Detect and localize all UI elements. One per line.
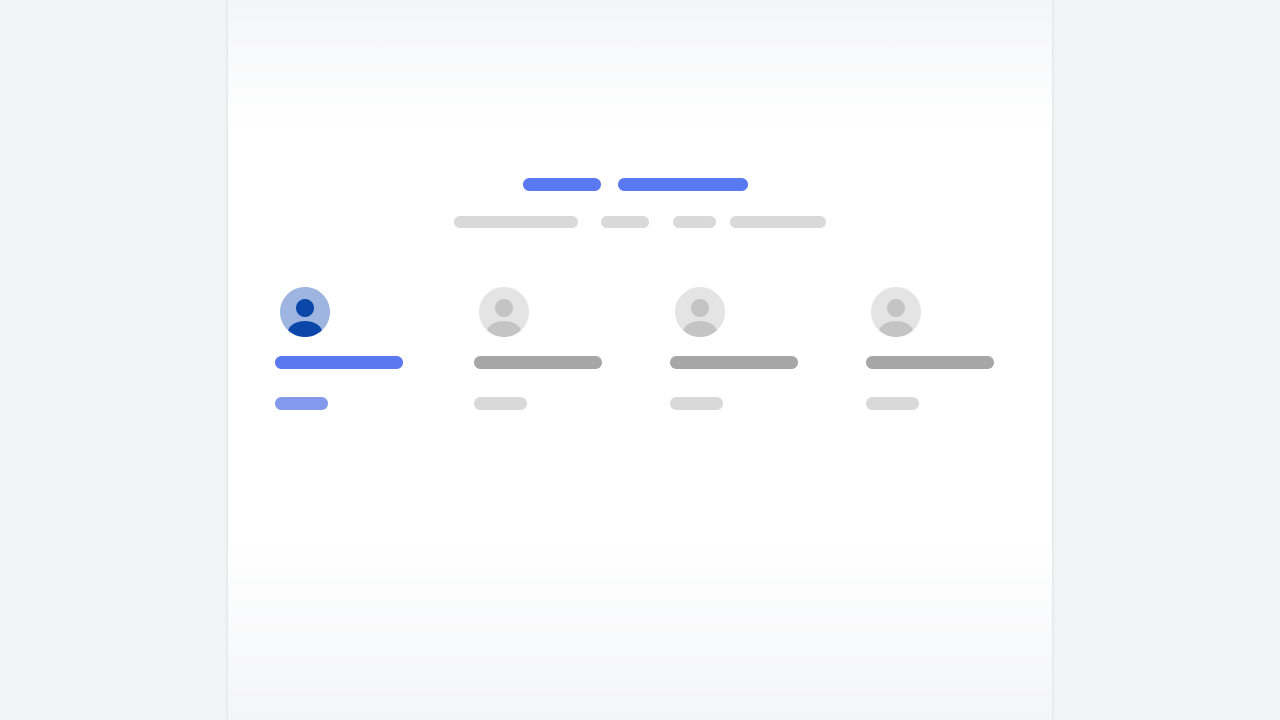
member-card[interactable] xyxy=(670,287,810,417)
member-card-selected[interactable] xyxy=(275,287,415,417)
subtitle-segment xyxy=(601,216,649,228)
member-name xyxy=(866,356,994,369)
member-card[interactable] xyxy=(866,287,1006,417)
user-avatar-icon xyxy=(871,287,921,337)
subtitle-segment xyxy=(673,216,716,228)
member-name xyxy=(275,356,403,369)
member-role xyxy=(275,397,328,410)
user-avatar-icon xyxy=(479,287,529,337)
member-role xyxy=(474,397,527,410)
user-avatar-icon xyxy=(675,287,725,337)
member-role xyxy=(670,397,723,410)
title-segment xyxy=(618,178,748,191)
subtitle-segment xyxy=(730,216,826,228)
member-name xyxy=(474,356,602,369)
team-card xyxy=(228,0,1052,720)
subtitle-segment xyxy=(454,216,578,228)
user-avatar-icon xyxy=(280,287,330,337)
title-segment xyxy=(523,178,601,191)
member-name xyxy=(670,356,798,369)
member-role xyxy=(866,397,919,410)
member-card[interactable] xyxy=(474,287,614,417)
